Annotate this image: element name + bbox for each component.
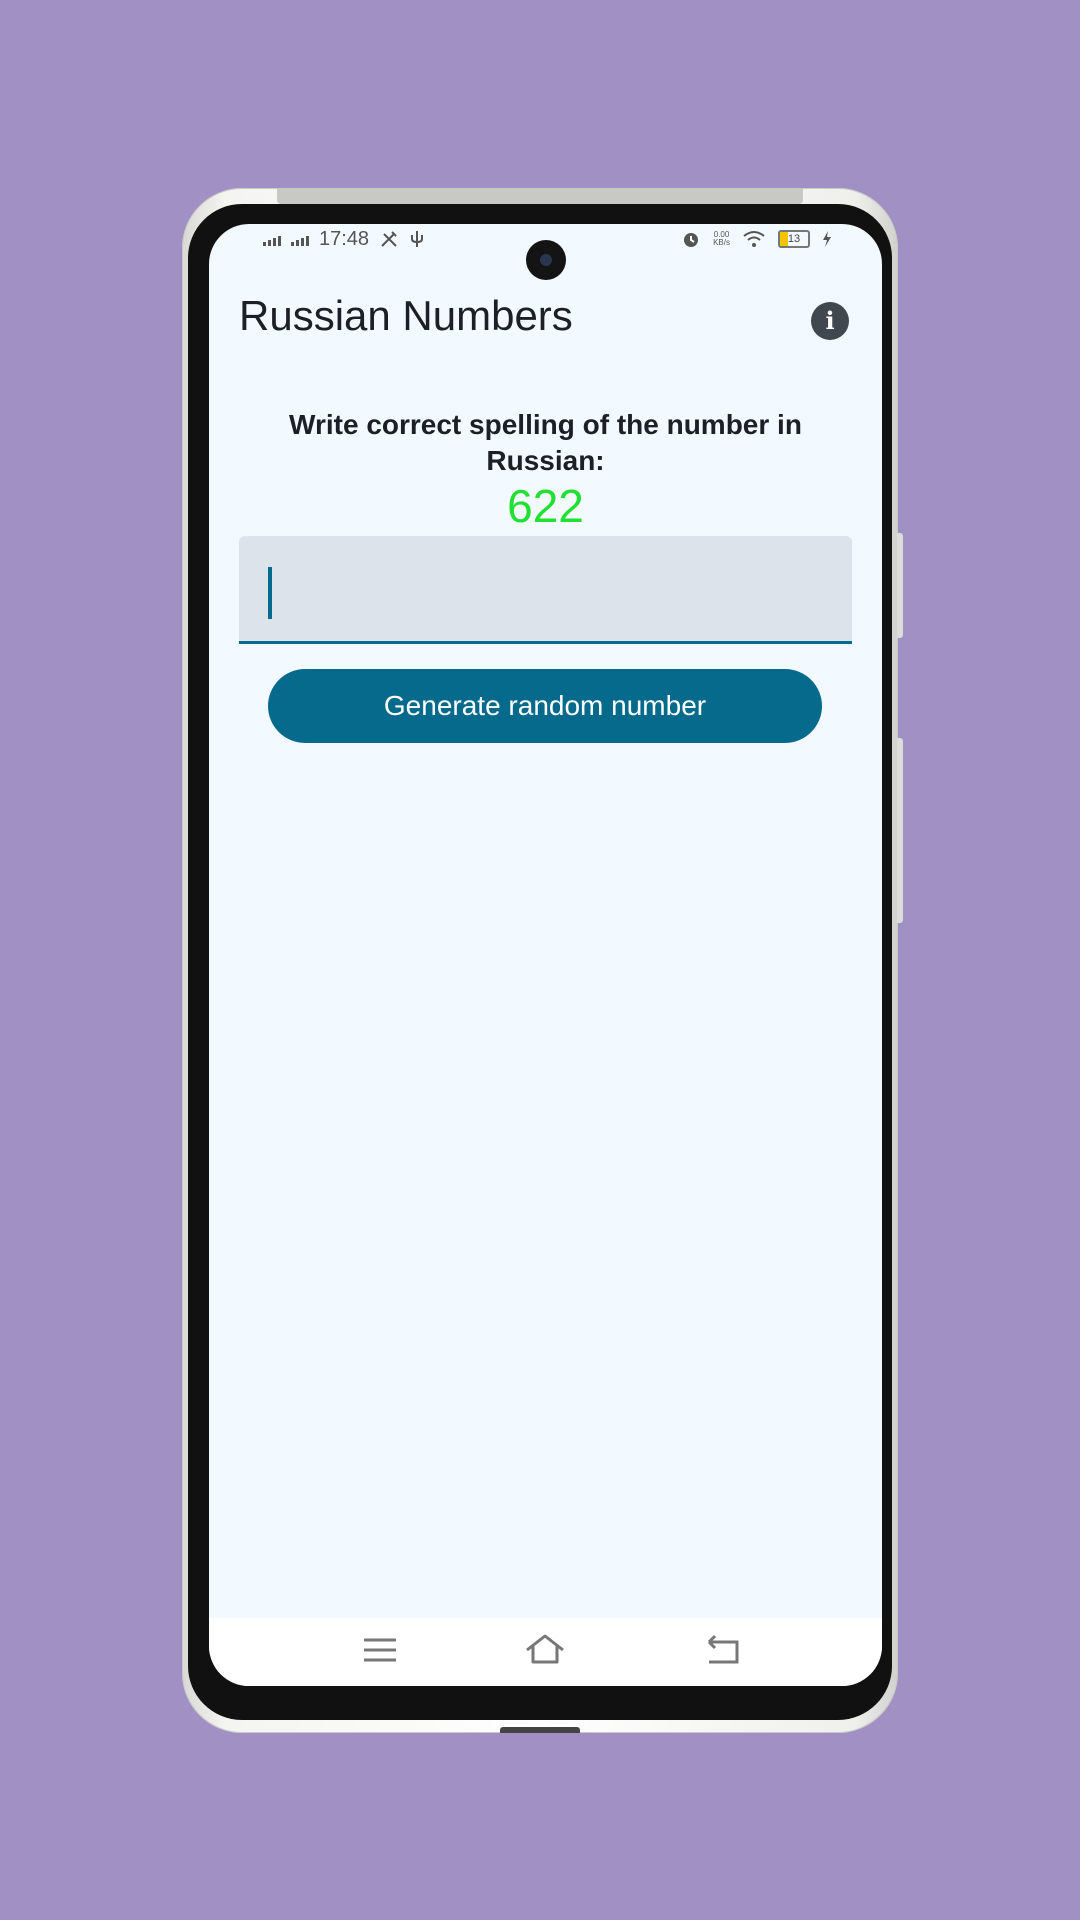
signal-2-icon <box>291 232 309 246</box>
phone-top-edge <box>277 188 803 204</box>
info-button[interactable]: i <box>811 302 849 340</box>
phone-bezel: 17:48 0.00 KB/s 13 Russian Numbers i Wri… <box>188 204 892 1720</box>
home-icon[interactable] <box>525 1632 565 1668</box>
back-icon[interactable] <box>703 1632 743 1668</box>
menu-icon[interactable] <box>360 1632 400 1668</box>
signal-1-icon <box>263 232 281 246</box>
volume-button <box>897 533 903 638</box>
battery-level: 13 <box>787 233 801 245</box>
text-cursor <box>268 567 272 619</box>
system-navigation-bar <box>209 1618 882 1686</box>
power-button <box>897 738 903 923</box>
status-right: 0.00 KB/s 13 <box>681 224 832 254</box>
answer-input[interactable] <box>239 536 852 641</box>
usb-icon <box>411 231 424 247</box>
status-time: 17:48 <box>319 227 370 250</box>
front-camera <box>526 240 566 280</box>
app-title: Russian Numbers <box>239 292 573 339</box>
charging-icon <box>823 231 831 247</box>
net-speed-unit: KB/s <box>713 238 730 247</box>
generate-random-number-button[interactable]: Generate random number <box>268 669 822 743</box>
battery-icon: 13 <box>778 230 810 248</box>
alarm-icon <box>684 233 699 247</box>
phone-frame: 17:48 0.00 KB/s 13 Russian Numbers i Wri… <box>182 188 903 1733</box>
info-icon: i <box>825 306 835 335</box>
target-number: 622 <box>507 480 584 532</box>
answer-field[interactable] <box>239 536 852 644</box>
tools-icon <box>381 231 397 247</box>
app-screen: 17:48 0.00 KB/s 13 Russian Numbers i Wri… <box>209 224 882 1686</box>
net-speed: 0.00 KB/s <box>713 231 730 247</box>
wifi-icon <box>743 231 765 247</box>
phone-bottom-port <box>500 1727 580 1733</box>
exercise-prompt: Write correct spelling of the number in … <box>289 409 802 476</box>
status-left: 17:48 <box>263 224 425 254</box>
